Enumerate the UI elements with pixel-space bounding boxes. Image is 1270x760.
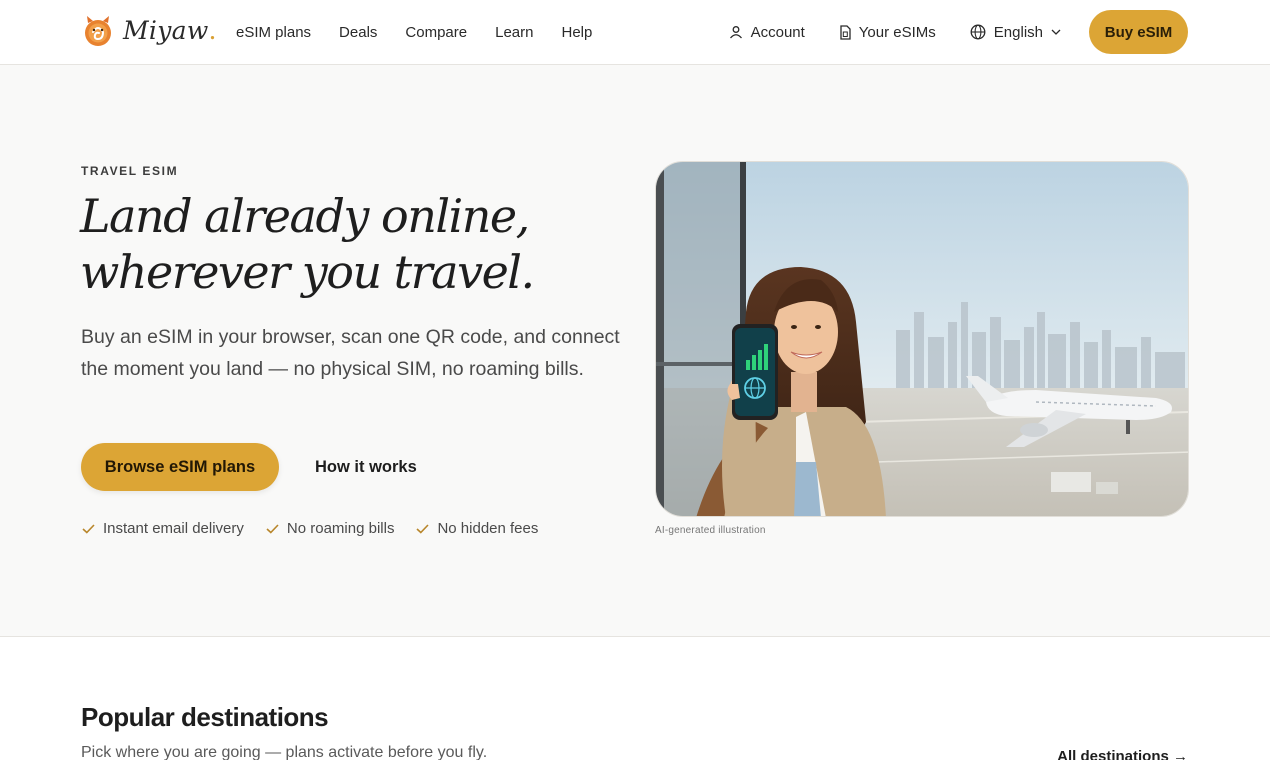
hero-headline: Land already online, wherever you travel… [80, 188, 600, 300]
header-utilities: Account Your eSIMs English Buy eSIM [729, 10, 1188, 54]
nav-compare[interactable]: Compare [405, 24, 467, 41]
image-caption: AI-generated illustration [655, 525, 766, 536]
headline-line-2: wherever you travel. [80, 245, 535, 299]
main-nav: eSIM plans Deals Compare Learn Help [236, 0, 592, 64]
your-esims-label: Your eSIMs [858, 23, 936, 41]
brand-logo[interactable]: Miyaw. [82, 14, 216, 48]
brand-name: Miyaw [123, 16, 209, 45]
brand-dot: . [208, 16, 217, 45]
account-label: Account [750, 23, 805, 41]
check-label: No hidden fees [437, 520, 539, 537]
cat-logo-icon [85, 16, 111, 46]
check-label: Instant email delivery [103, 520, 244, 537]
all-destinations-link[interactable]: All destinations → [1057, 748, 1188, 760]
nav-learn[interactable]: Learn [495, 24, 533, 41]
hero-eyebrow: TRAVEL ESIM [81, 164, 179, 178]
site-header: Miyaw. eSIM plans Deals Compare Learn He… [0, 0, 1270, 65]
check-item: Instant email delivery [82, 520, 244, 537]
destinations-title: Popular destinations [81, 702, 329, 732]
buy-esim-button[interactable]: Buy eSIM [1089, 10, 1188, 54]
language-label: English [993, 23, 1043, 41]
checkmark-icon [416, 523, 430, 534]
check-item: No roaming bills [266, 520, 395, 537]
check-item: No hidden fees [416, 520, 538, 537]
browse-esim-plans-button[interactable]: Browse eSIM plans [81, 443, 279, 491]
checkmark-icon [266, 523, 279, 534]
nav-deals[interactable]: Deals [339, 24, 377, 41]
destinations-section [0, 636, 1270, 760]
account-link[interactable]: Account [729, 24, 805, 41]
feature-checks: Instant email delivery No roaming bills … [82, 520, 560, 537]
traveler-airport-illustration [656, 162, 1188, 516]
headline-line-1: Land already online, [80, 189, 530, 243]
nav-esim-plans[interactable]: eSIM plans [236, 24, 311, 41]
nav-help[interactable]: Help [561, 24, 592, 41]
sim-card-icon [840, 24, 851, 40]
globe-icon [970, 24, 986, 40]
user-icon [729, 26, 742, 39]
hero-lede: Buy an eSIM in your browser, scan one QR… [81, 326, 620, 380]
language-selector[interactable]: English [970, 24, 1061, 41]
how-it-works-link[interactable]: How it works [315, 443, 417, 491]
chevron-down-icon [1051, 29, 1061, 35]
hero-illustration [655, 161, 1189, 517]
checkmark-icon [82, 523, 95, 534]
destinations-subtitle: Pick where you are going — plans activat… [81, 744, 488, 760]
check-label: No roaming bills [286, 520, 395, 537]
your-esims-link[interactable]: Your eSIMs [839, 24, 936, 41]
